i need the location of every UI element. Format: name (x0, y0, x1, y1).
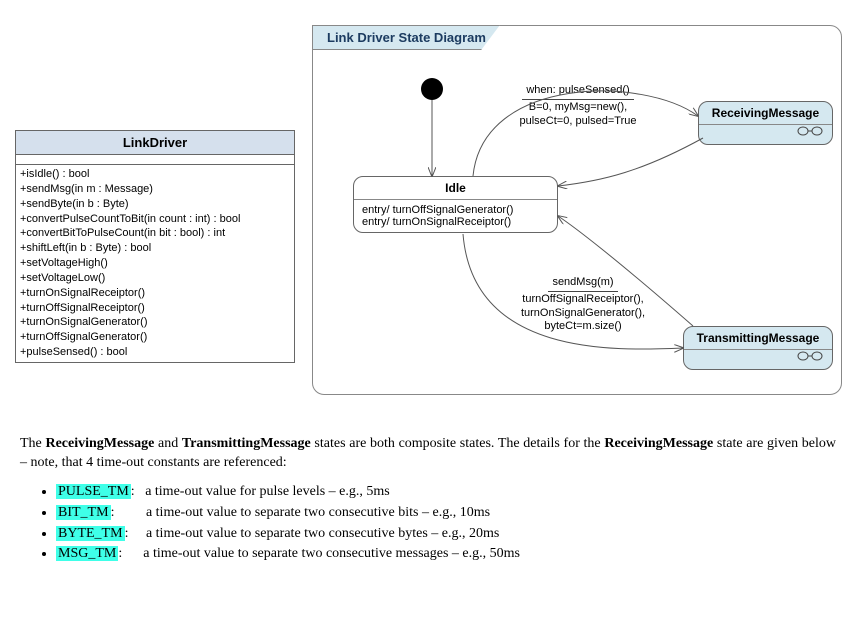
transition-action: B=0, myMsg=new(), pulseCt=0, pulsed=True (520, 101, 637, 127)
uml-op: +turnOffSignalReceiptor() (20, 301, 290, 316)
transition-idle-to-receiving-label: when: pulseSensed() B=0, myMsg=new(), pu… (478, 84, 678, 128)
frame-title: Link Driver State Diagram (312, 25, 500, 50)
composite-state-icon (684, 350, 832, 369)
description-paragraph: The ReceivingMessage and TransmittingMes… (20, 435, 836, 473)
timeout-item: MSG_TM: a time-out value to separate two… (56, 545, 836, 564)
description-text: The ReceivingMessage and TransmittingMes… (20, 435, 836, 566)
timeout-item: BIT_TM: a time-out value to separate two… (56, 504, 836, 523)
uml-op: +sendMsg(in m : Message) (20, 182, 290, 197)
initial-state-node (421, 78, 443, 100)
transition-trigger: sendMsg(m) (548, 276, 617, 292)
uml-op: +isIdle() : bool (20, 167, 290, 182)
transition-action: turnOffSignalReceiptor(), turnOnSignalGe… (521, 293, 645, 333)
composite-state-icon (699, 125, 832, 144)
state-receiving-title: ReceivingMessage (699, 102, 832, 125)
uml-op: +convertBitToPulseCount(in bit : bool) :… (20, 226, 290, 241)
uml-op: +pulseSensed() : bool (20, 345, 290, 360)
uml-op: +sendByte(in b : Byte) (20, 197, 290, 212)
top-region: LinkDriver +isIdle() : bool +sendMsg(in … (0, 0, 856, 400)
uml-op: +convertPulseCountToBit(in count : int) … (20, 212, 290, 227)
state-idle: Idle entry/ turnOffSignalGenerator() ent… (353, 176, 558, 233)
uml-op: +turnOnSignalGenerator() (20, 315, 290, 330)
uml-op: +setVoltageHigh() (20, 256, 290, 271)
timeout-item: PULSE_TM: a time-out value for pulse lev… (56, 483, 836, 502)
uml-op: +turnOffSignalGenerator() (20, 330, 290, 345)
state-idle-entry1: entry/ turnOffSignalGenerator() (362, 204, 549, 216)
state-idle-body: entry/ turnOffSignalGenerator() entry/ t… (354, 200, 557, 232)
state-diagram-frame: Link Driver State Diagram Idle entry/ tu… (312, 25, 842, 395)
uml-op: +setVoltageLow() (20, 271, 290, 286)
state-idle-title: Idle (354, 177, 557, 200)
state-idle-entry2: entry/ turnOnSignalReceiptor() (362, 216, 549, 228)
state-transmitting: TransmittingMessage (683, 326, 833, 370)
uml-class-attributes-empty (16, 155, 294, 165)
state-transmitting-title: TransmittingMessage (684, 327, 832, 350)
transition-idle-to-transmitting-label: sendMsg(m) turnOffSignalReceiptor(), tur… (493, 276, 673, 334)
uml-op: +shiftLeft(in b : Byte) : bool (20, 241, 290, 256)
uml-class-title: LinkDriver (16, 131, 294, 155)
uml-class-operations: +isIdle() : bool +sendMsg(in m : Message… (16, 165, 294, 362)
timeout-constants-list: PULSE_TM: a time-out value for pulse lev… (56, 483, 836, 565)
uml-class-linkdriver: LinkDriver +isIdle() : bool +sendMsg(in … (15, 130, 295, 363)
state-receiving: ReceivingMessage (698, 101, 833, 145)
transition-trigger: when: pulseSensed() (522, 84, 633, 100)
uml-op: +turnOnSignalReceiptor() (20, 286, 290, 301)
timeout-item: BYTE_TM: a time-out value to separate tw… (56, 525, 836, 544)
